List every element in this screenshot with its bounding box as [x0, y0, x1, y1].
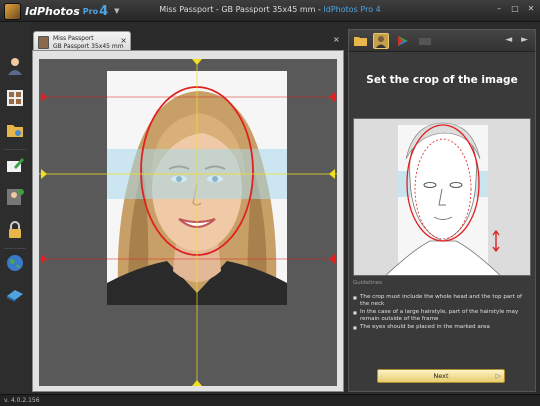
status-bar: v. 4.0.2.156 [0, 394, 540, 406]
left-toolbar [0, 22, 30, 394]
eye-right-handle [329, 169, 335, 179]
top-left-handle [41, 92, 47, 102]
guideline-item: The eyes should be placed in the marked … [353, 324, 529, 331]
close-editor-icon[interactable]: × [333, 35, 340, 44]
bottom-center-handle [192, 380, 202, 386]
title-bar: IdPhotos Pro 4 ▼ Miss Passport - GB Pass… [0, 0, 540, 22]
close-tab-icon[interactable]: × [120, 36, 127, 45]
top-right-handle [329, 92, 335, 102]
step-heading: Set the crop of the image [366, 74, 518, 86]
chin-right-handle [329, 254, 335, 264]
print-card-icon[interactable] [5, 284, 25, 304]
arrow-right-icon: ▷ [495, 372, 501, 380]
next-button-label: Next [433, 372, 449, 380]
chin-left-handle [41, 254, 47, 264]
folder-view-icon[interactable] [5, 120, 25, 140]
toolbar-divider [4, 248, 26, 249]
color-adjust-icon[interactable] [395, 33, 411, 49]
guidelines-label: Guidelines [353, 280, 382, 286]
sample-guide-image [353, 118, 531, 276]
person-icon[interactable] [5, 56, 25, 76]
eye-left-handle [41, 169, 47, 179]
document-tab[interactable]: Miss Passport GB Passport 35x45 mm × [33, 31, 131, 52]
edit-card-icon[interactable] [5, 155, 25, 175]
id-sheet-icon[interactable] [5, 88, 25, 108]
document-tab-format: GB Passport 35x45 mm [53, 43, 124, 50]
crop-tool-icon[interactable] [373, 33, 389, 49]
window-title-app: IdPhotos Pro 4 [323, 5, 381, 14]
user-check-icon[interactable] [5, 187, 25, 207]
version-label: v. 4.0.2.156 [4, 397, 40, 404]
guideline-item: The crop must include the whole head and… [353, 294, 529, 308]
globe-icon[interactable] [5, 253, 25, 273]
print-preview-icon[interactable] [417, 33, 433, 49]
close-button[interactable]: ✕ [526, 4, 536, 14]
maximize-button[interactable]: □ [510, 4, 520, 14]
photo-editor [32, 50, 344, 392]
panel-toolbar: ◄ ► [349, 30, 535, 52]
document-tab-title: Miss Passport [53, 35, 94, 42]
guideline-item: In the case of a large hairstyle, part o… [353, 309, 529, 323]
crop-guides-overlay [39, 59, 337, 386]
right-panel: ◄ ► Set the crop of the image Guidelines… [348, 29, 536, 392]
minimize-button[interactable]: – [494, 4, 504, 14]
top-center-handle [192, 59, 202, 65]
lock-icon[interactable] [5, 220, 25, 240]
next-button[interactable]: Next ▷ [377, 369, 505, 383]
photo-thumbnail-icon [38, 36, 49, 49]
open-folder-icon[interactable] [353, 33, 369, 49]
panel-nav-arrows[interactable]: ◄ ► [505, 35, 531, 45]
toolbar-divider [4, 149, 26, 150]
guidelines-list: The crop must include the whole head and… [353, 294, 529, 332]
window-title-doc: Miss Passport - GB Passport 35x45 mm - [159, 5, 324, 14]
crop-canvas[interactable] [39, 59, 337, 386]
window-title: Miss Passport - GB Passport 35x45 mm - I… [0, 5, 540, 14]
